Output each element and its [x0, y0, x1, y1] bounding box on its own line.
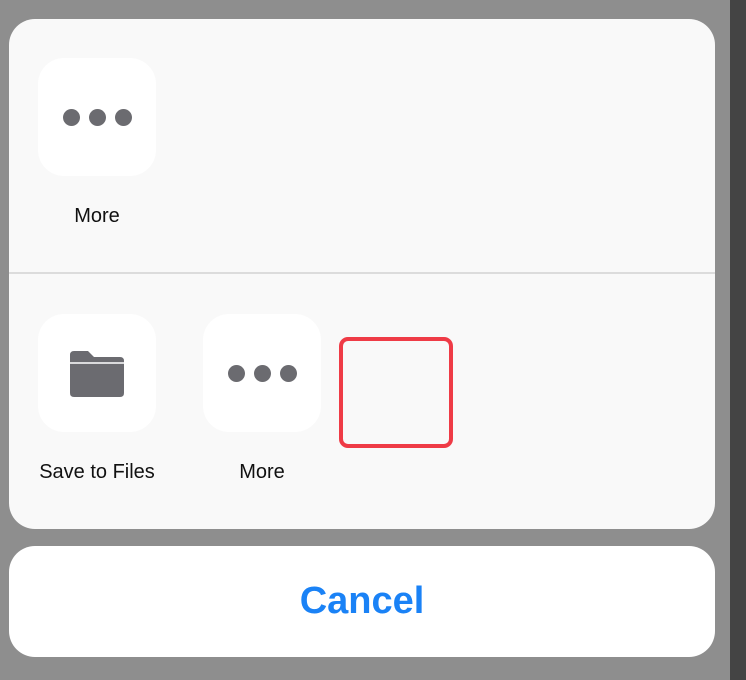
more-action-top[interactable]: More: [27, 58, 167, 228]
save-to-files-label: Save to Files: [39, 461, 155, 483]
more-label: More: [239, 461, 285, 483]
folder-icon: [70, 351, 124, 397]
cancel-button[interactable]: Cancel: [9, 546, 715, 657]
row-divider: [9, 272, 715, 274]
more-tile[interactable]: [203, 314, 321, 432]
more-tile[interactable]: [38, 58, 156, 176]
more-icon: [227, 364, 297, 382]
more-label: More: [74, 205, 120, 227]
save-to-files-action[interactable]: Save to Files: [27, 314, 167, 484]
more-icon: [62, 108, 132, 126]
more-action-bottom[interactable]: More: [192, 314, 332, 484]
share-sheet: More Save to Files More: [9, 19, 715, 529]
background-edge: [730, 0, 746, 680]
highlighted-empty-slot[interactable]: [339, 337, 453, 448]
save-to-files-tile[interactable]: [38, 314, 156, 432]
cancel-label: Cancel: [299, 580, 425, 622]
